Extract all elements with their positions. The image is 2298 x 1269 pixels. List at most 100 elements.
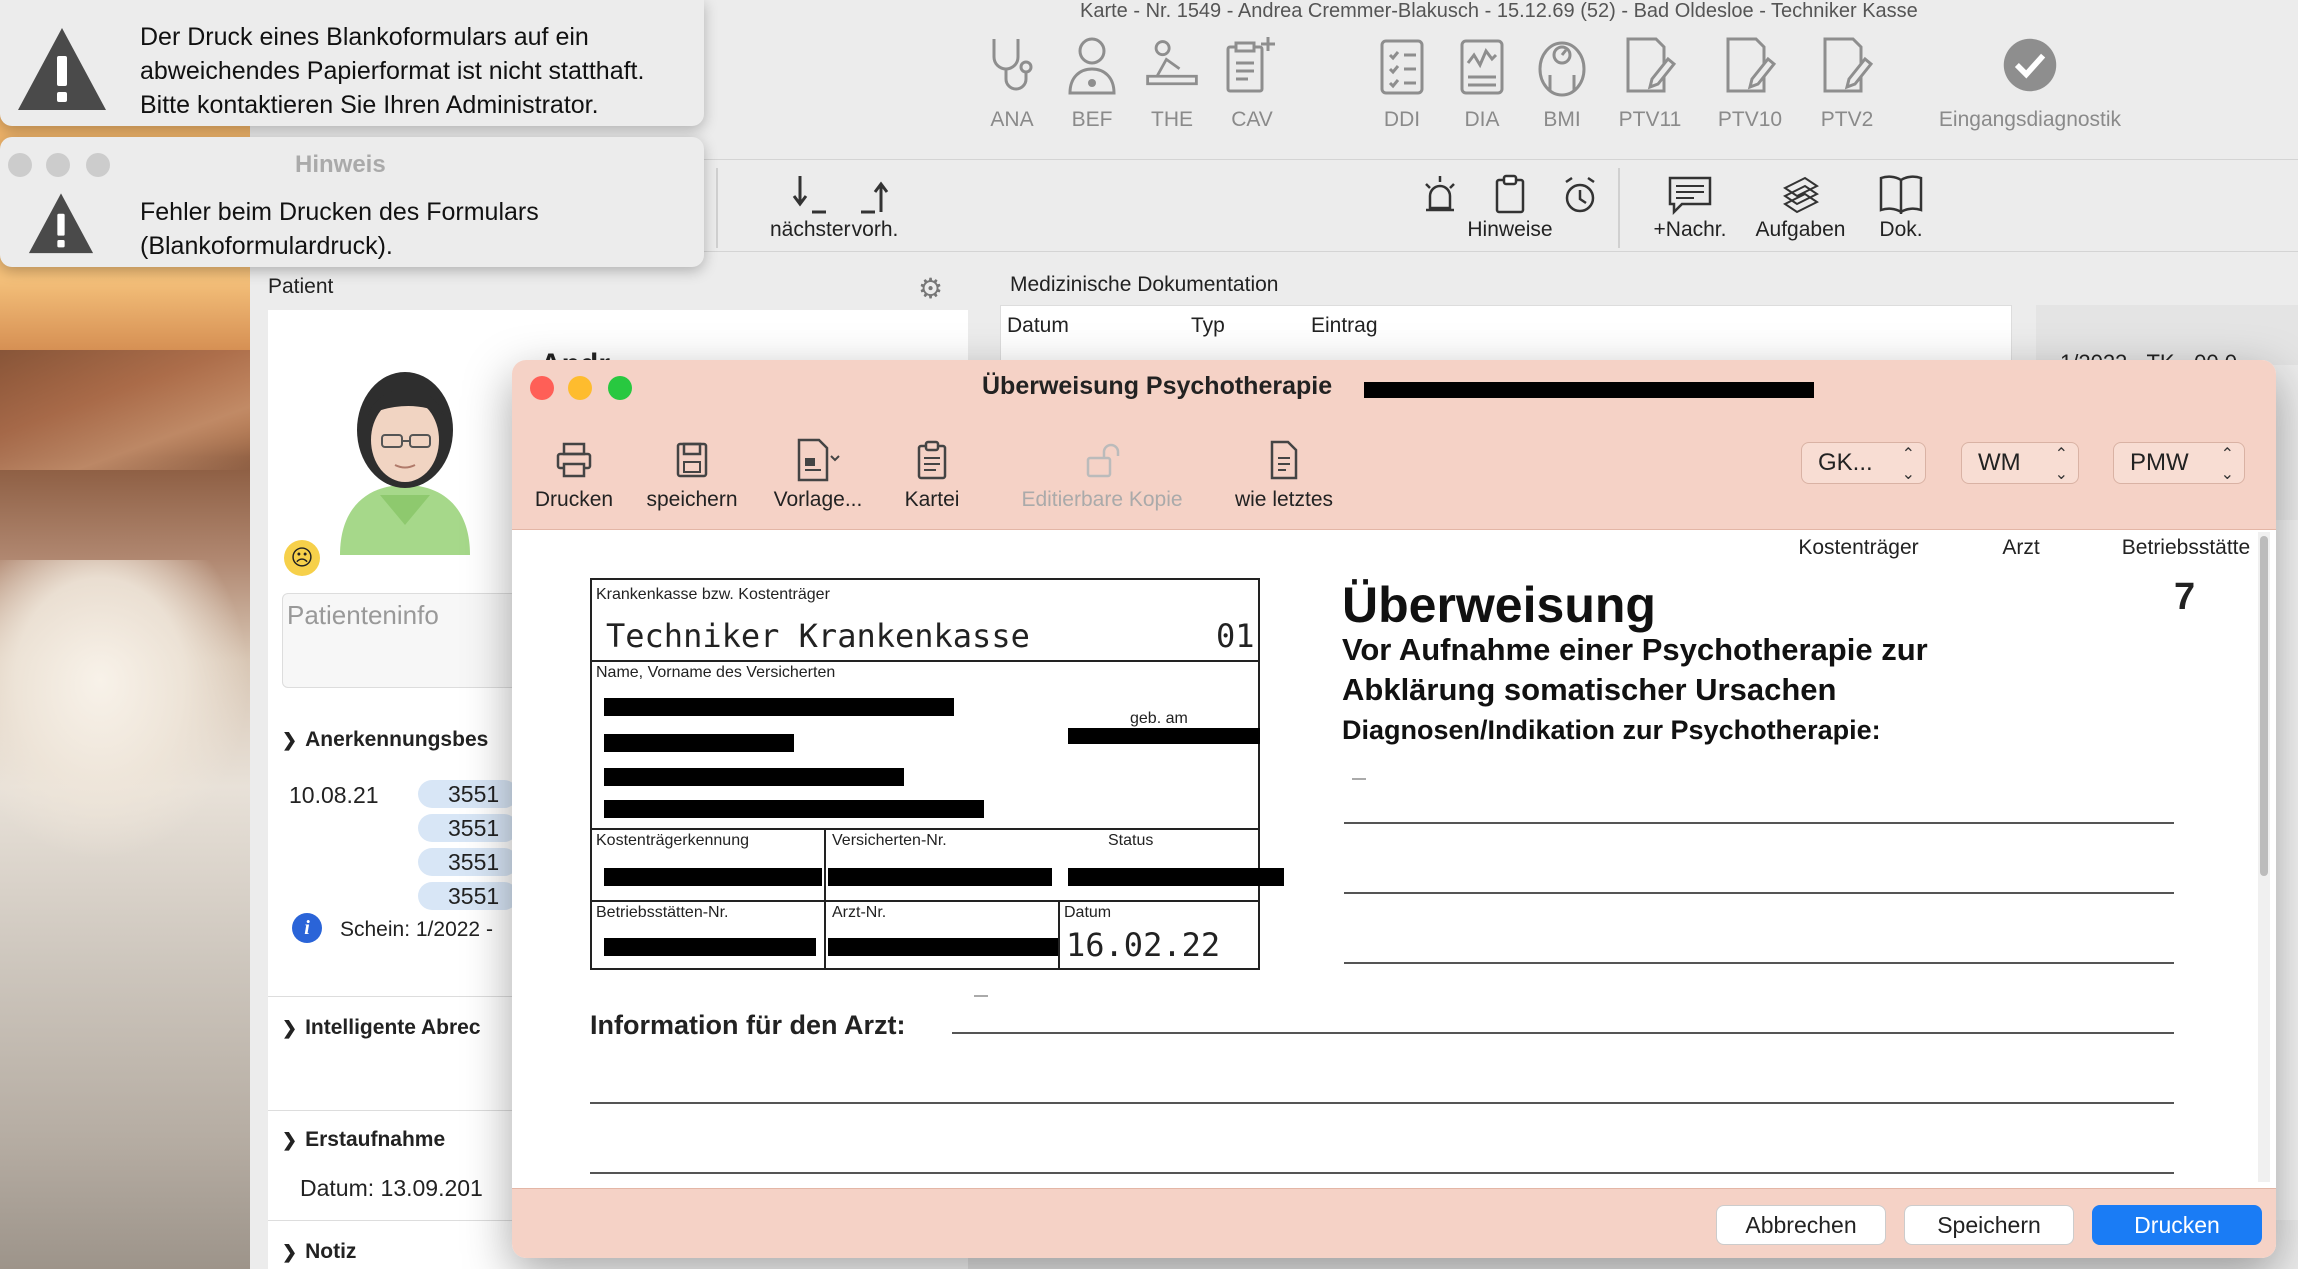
- kostentraeger-label: Kostenträger: [1798, 536, 1919, 559]
- hinweise-button[interactable]: Hinweise: [1450, 170, 1570, 242]
- tool-label: speichern: [646, 488, 738, 511]
- kt-label: Kostenträgerkennung: [596, 832, 749, 849]
- cancel-button[interactable]: Abbrechen: [1716, 1205, 1886, 1245]
- toolbar-button-label: THE: [1151, 108, 1193, 131]
- arrow-down-icon: [792, 176, 826, 214]
- diag-line[interactable]: [1344, 962, 2174, 964]
- alert-hinweis: Hinweis Fehler beim Drucken des Formular…: [0, 137, 704, 267]
- minimize-button[interactable]: [46, 153, 70, 177]
- redaction-bar: [604, 800, 984, 818]
- speichern-tool-button[interactable]: speichern: [642, 432, 742, 512]
- zoom-button[interactable]: [608, 376, 632, 400]
- code-pill[interactable]: 3551: [418, 780, 518, 808]
- chevron-updown-icon: ⌃ ⌄: [1901, 446, 1915, 483]
- code-pill[interactable]: 3551: [418, 814, 518, 842]
- therapy-icon: [1142, 30, 1202, 100]
- arztnr-label: Arzt-Nr.: [832, 904, 887, 921]
- patient-header: Patient: [268, 275, 334, 298]
- code-pill[interactable]: 3551: [418, 848, 518, 876]
- schein-text: Schein: 1/2022 -: [340, 918, 493, 941]
- anerkennung-section-header[interactable]: ❯ Anerkennungsbes: [282, 728, 488, 752]
- toolbar-button-ptv2[interactable]: PTV2: [1802, 30, 1892, 132]
- unlock-icon: [1086, 443, 1120, 478]
- toolbar-button-ptv11[interactable]: PTV11: [1605, 30, 1695, 132]
- zoom-button[interactable]: [86, 153, 110, 177]
- minimize-button[interactable]: [568, 376, 592, 400]
- redaction-bar: [604, 734, 794, 752]
- scrollbar-thumb[interactable]: [2260, 536, 2268, 876]
- vorlage-tool-button[interactable]: Vorlage...: [768, 432, 868, 512]
- vnr-label: Versicherten-Nr.: [832, 832, 947, 849]
- tool-label: Kartei: [904, 488, 960, 511]
- dok-button[interactable]: Dok.: [1868, 170, 1934, 242]
- toolbar-button-the[interactable]: THE: [1132, 30, 1212, 132]
- close-button[interactable]: [530, 376, 554, 400]
- clipboard-icon: [917, 440, 947, 480]
- kk-code: 01: [1216, 617, 1255, 655]
- toolbar-button-ptv10[interactable]: PTV10: [1705, 30, 1795, 132]
- scale-icon: [1532, 30, 1592, 100]
- code-pill[interactable]: 3551: [418, 882, 518, 910]
- print-button[interactable]: Drucken: [2092, 1205, 2262, 1245]
- bsnr-label: Betriebsstätten-Nr.: [596, 904, 729, 921]
- alert-paper-format: Der Druck eines Blankoformulars auf ein …: [0, 0, 704, 126]
- info-line[interactable]: [590, 1102, 2174, 1104]
- doctor-icon: [1062, 30, 1122, 100]
- next-button[interactable]: nächster: [770, 170, 851, 242]
- kartei-tool-button[interactable]: Kartei: [897, 432, 967, 512]
- toolbar-button-bmi[interactable]: BMI: [1522, 30, 1602, 132]
- mood-icon[interactable]: ☹: [284, 540, 320, 576]
- anerkennung-date: 10.08.21: [289, 782, 379, 808]
- wie-letztes-tool-button[interactable]: wie letztes: [1224, 432, 1344, 512]
- drucken-tool-button[interactable]: Drucken: [532, 432, 616, 512]
- kostentraeger-select[interactable]: GK... ⌃ ⌄: [1801, 442, 1926, 484]
- arzt-select[interactable]: WM ⌃ ⌄: [1961, 442, 2079, 484]
- hinweise-label: Hinweise: [1467, 218, 1553, 241]
- toolbar-button-ana[interactable]: ANA: [972, 30, 1052, 132]
- toolbar-button-label: ANA: [990, 108, 1034, 131]
- column-typ[interactable]: Typ: [1191, 314, 1225, 338]
- info-line[interactable]: [952, 1032, 2174, 1034]
- diag-line[interactable]: [1344, 822, 2174, 824]
- redaction-bar: [604, 698, 954, 716]
- form-edit-icon: [1620, 30, 1680, 100]
- new-message-button[interactable]: +Nachr.: [1645, 170, 1735, 242]
- notiz-section-header[interactable]: ❯ Notiz: [282, 1240, 356, 1264]
- toolbar-button-label: BMI: [1543, 108, 1581, 131]
- redaction-bar: [1068, 728, 1260, 744]
- column-datum[interactable]: Datum: [1007, 314, 1069, 338]
- intelligente-section-header[interactable]: ❯ Intelligente Abrec: [282, 1016, 481, 1040]
- alert-title: Hinweis: [295, 151, 386, 178]
- alarm-clock-button[interactable]: [1555, 170, 1605, 218]
- book-icon: [1879, 175, 1923, 214]
- patient-info-field[interactable]: Patienteninfo: [282, 593, 522, 688]
- info-line[interactable]: [590, 1172, 2174, 1174]
- column-eintrag[interactable]: Eintrag: [1311, 314, 1378, 338]
- toolbar-button-label: BEF: [1071, 108, 1113, 131]
- arrow-up-icon: [861, 181, 889, 214]
- diag-line[interactable]: [1344, 892, 2174, 894]
- form-edit-icon: [1817, 30, 1877, 100]
- toolbar-button-eingangsdiagnostik[interactable]: Eingangsdiagnostik: [1905, 30, 2155, 132]
- editierbare-kopie-tool-button[interactable]: Editierbare Kopie: [1012, 432, 1192, 512]
- chevron-down-icon: ❯: [282, 1018, 298, 1038]
- prev-button[interactable]: vorh.: [845, 170, 905, 242]
- info-icon[interactable]: i: [292, 913, 322, 943]
- toolbar-button-bef[interactable]: BEF: [1052, 30, 1132, 132]
- avatar: [340, 372, 470, 555]
- gear-icon[interactable]: ⚙: [918, 272, 943, 305]
- redaction-bar: [604, 938, 816, 956]
- aufgaben-button[interactable]: Aufgaben: [1748, 170, 1853, 242]
- toolbar-button-label: PTV10: [1717, 108, 1783, 131]
- save-button[interactable]: Speichern: [1904, 1205, 2074, 1245]
- erstaufnahme-section-header[interactable]: ❯ Erstaufnahme: [282, 1128, 445, 1152]
- redaction-bar: [604, 768, 904, 786]
- alert-message: Fehler beim Drucken des Formulars (Blank…: [140, 198, 539, 260]
- betriebsstaette-select[interactable]: PMW ⌃ ⌄: [2113, 442, 2245, 484]
- toolbar-button-cav[interactable]: CAV: [1212, 30, 1292, 132]
- name-label: Name, Vorname des Versicherten: [596, 664, 836, 681]
- toolbar-button-dia[interactable]: DIA: [1442, 30, 1522, 132]
- close-button[interactable]: [8, 153, 32, 177]
- redaction-bar: [1364, 382, 1814, 398]
- toolbar-button-ddi[interactable]: DDI: [1362, 30, 1442, 132]
